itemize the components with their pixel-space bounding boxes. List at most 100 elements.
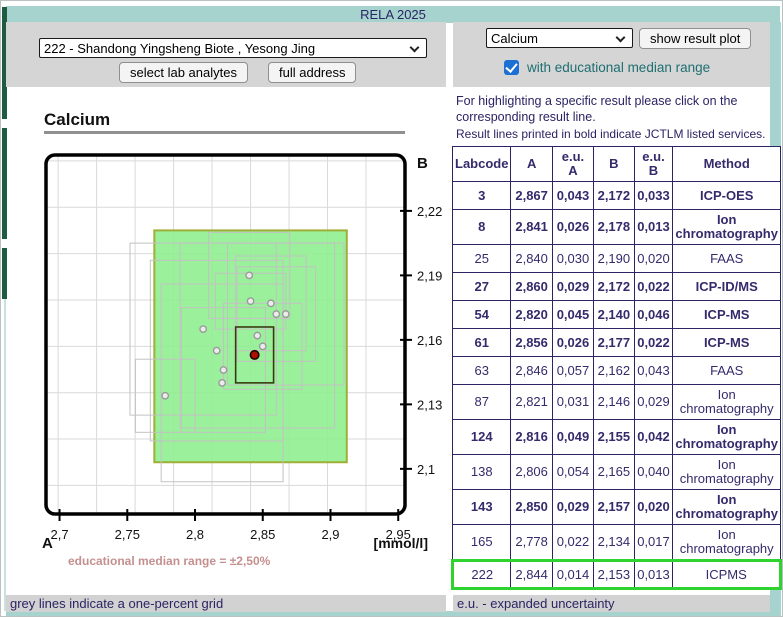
table-cell: 0,026 [552,210,593,245]
table-row-lab-25[interactable]: 252,8400,0302,1900,020FAAS [453,245,781,273]
table-cell: 0,033 [634,182,673,210]
svg-text:2,9: 2,9 [321,527,339,542]
table-cell: ICP-ID/MS [673,273,781,301]
table-row-lab-124[interactable]: 1242,8160,0492,1550,042Ion chromatograph… [453,420,781,455]
results-table: LabcodeAe.u. ABe.u. BMethod 32,8670,0432… [451,146,782,590]
table-cell: 2,140 [594,301,634,329]
table-cell: 0,022 [634,273,673,301]
svg-text:2,13: 2,13 [417,397,442,412]
table-header-cell: Method [673,147,781,182]
table-cell: Ion chromatography [673,525,781,561]
select-lab-analytes-button[interactable]: select lab analytes [119,62,248,83]
jctlm-hint-text: Result lines printed in bold indicate JC… [456,127,765,141]
svg-text:2,19: 2,19 [417,268,442,283]
table-cell: 2,856 [511,329,552,357]
table-row-lab-138[interactable]: 1382,8060,0542,1650,040Ion chromatograph… [453,455,781,490]
table-cell: 0,031 [552,385,593,420]
table-cell: ICP-MS [673,301,781,329]
median-range-checkbox[interactable] [504,60,519,75]
table-cell: 0,020 [634,490,673,525]
table-cell: 138 [453,455,511,490]
y-axis-label: B [417,155,428,172]
table-cell: 0,043 [634,357,673,385]
table-cell: 2,165 [594,455,634,490]
table-cell: 0,029 [552,490,593,525]
status-bar-left: grey lines indicate a one-percent grid [6,595,446,612]
table-cell: 2,172 [594,273,634,301]
table-cell: 2,155 [594,420,634,455]
table-row-lab-54[interactable]: 542,8200,0452,1400,046ICP-MS [453,301,781,329]
table-cell: 2,850 [511,490,552,525]
table-cell: 2,821 [511,385,552,420]
table-cell: 2,806 [511,455,552,490]
table-row-lab-63[interactable]: 632,8460,0572,1620,043FAAS [453,357,781,385]
table-cell: 2,841 [511,210,552,245]
table-row-lab-165[interactable]: 1652,7780,0222,1340,017Ion chromatograph… [453,525,781,561]
table-cell: ICP-OES [673,182,781,210]
table-header-cell: Labcode [453,147,511,182]
table-row-lab-27[interactable]: 272,8600,0292,1720,022ICP-ID/MS [453,273,781,301]
table-row-lab-87[interactable]: 872,8210,0312,1460,029Ion chromatography [453,385,781,420]
svg-text:2,7: 2,7 [51,527,69,542]
axis-unit-label: [mmol/l] [348,535,428,551]
table-cell: 8 [453,210,511,245]
table-cell: 0,040 [634,455,673,490]
table-cell: 0,020 [634,245,673,273]
table-cell: ICPMS [673,561,781,589]
highlight-hint-text: For highlighting a specific result pleas… [456,93,760,125]
svg-text:2,75: 2,75 [115,527,140,542]
table-cell: 0,049 [552,420,593,455]
table-cell: 124 [453,420,511,455]
table-header-cell: e.u. B [634,147,673,182]
table-cell: 222 [453,561,511,589]
analyte-toolbar: Calcium show result plot with educationa… [453,22,770,87]
median-range-checkbox-label: with educational median range [527,60,710,75]
table-cell: 25 [453,245,511,273]
table-cell: Ion chromatography [673,490,781,525]
table-cell: ICP-MS [673,329,781,357]
table-row-lab-3[interactable]: 32,8670,0432,1720,033ICP-OES [453,182,781,210]
svg-text:2,1: 2,1 [417,462,435,477]
full-address-button[interactable]: full address [268,62,356,83]
table-row-lab-8[interactable]: 82,8410,0262,1780,013Ion chromatography [453,210,781,245]
page-title: RELA 2025 [360,7,426,22]
status-bar-right: e.u. - expanded uncertainty [453,595,770,612]
table-cell: 0,029 [634,385,673,420]
show-result-plot-button[interactable]: show result plot [639,28,751,49]
table-cell: 61 [453,329,511,357]
table-cell: 2,840 [511,245,552,273]
table-row-lab-61[interactable]: 612,8560,0262,1770,022ICP-MS [453,329,781,357]
table-row-lab-222[interactable]: 2222,8440,0142,1530,013ICPMS [453,561,781,589]
table-cell: 0,029 [552,273,593,301]
table-cell: 2,820 [511,301,552,329]
table-cell: Ion chromatography [673,210,781,245]
table-cell: 0,046 [634,301,673,329]
table-cell: Ion chromatography [673,420,781,455]
result-plot: 2,72,752,82,852,92,952,12,132,162,192,22 [1,96,446,596]
table-cell: 2,816 [511,420,552,455]
table-cell: 2,146 [594,385,634,420]
median-range-rect [154,230,346,462]
lab-toolbar: 222 - Shandong Yingsheng Biote , Yesong … [6,22,446,87]
table-header-row: LabcodeAe.u. ABe.u. BMethod [453,147,781,182]
lab-select[interactable]: 222 - Shandong Yingsheng Biote , Yesong … [39,38,427,58]
table-cell: Ion chromatography [673,455,781,490]
table-cell: 0,013 [634,210,673,245]
table-cell: 2,190 [594,245,634,273]
svg-text:2,22: 2,22 [417,204,442,219]
table-cell: 143 [453,490,511,525]
table-cell: 2,153 [594,561,634,589]
table-cell: 0,022 [552,525,593,561]
table-cell: 0,045 [552,301,593,329]
table-cell: 2,860 [511,273,552,301]
table-cell: 0,030 [552,245,593,273]
table-cell: 165 [453,525,511,561]
table-cell: 0,054 [552,455,593,490]
analyte-select[interactable]: Calcium [486,28,633,48]
table-row-lab-143[interactable]: 1432,8500,0292,1570,020Ion chromatograph… [453,490,781,525]
title-bar: RELA 2025 [6,6,780,23]
table-cell: 2,178 [594,210,634,245]
table-cell: 2,844 [511,561,552,589]
table-cell: 0,057 [552,357,593,385]
table-cell: 2,867 [511,182,552,210]
